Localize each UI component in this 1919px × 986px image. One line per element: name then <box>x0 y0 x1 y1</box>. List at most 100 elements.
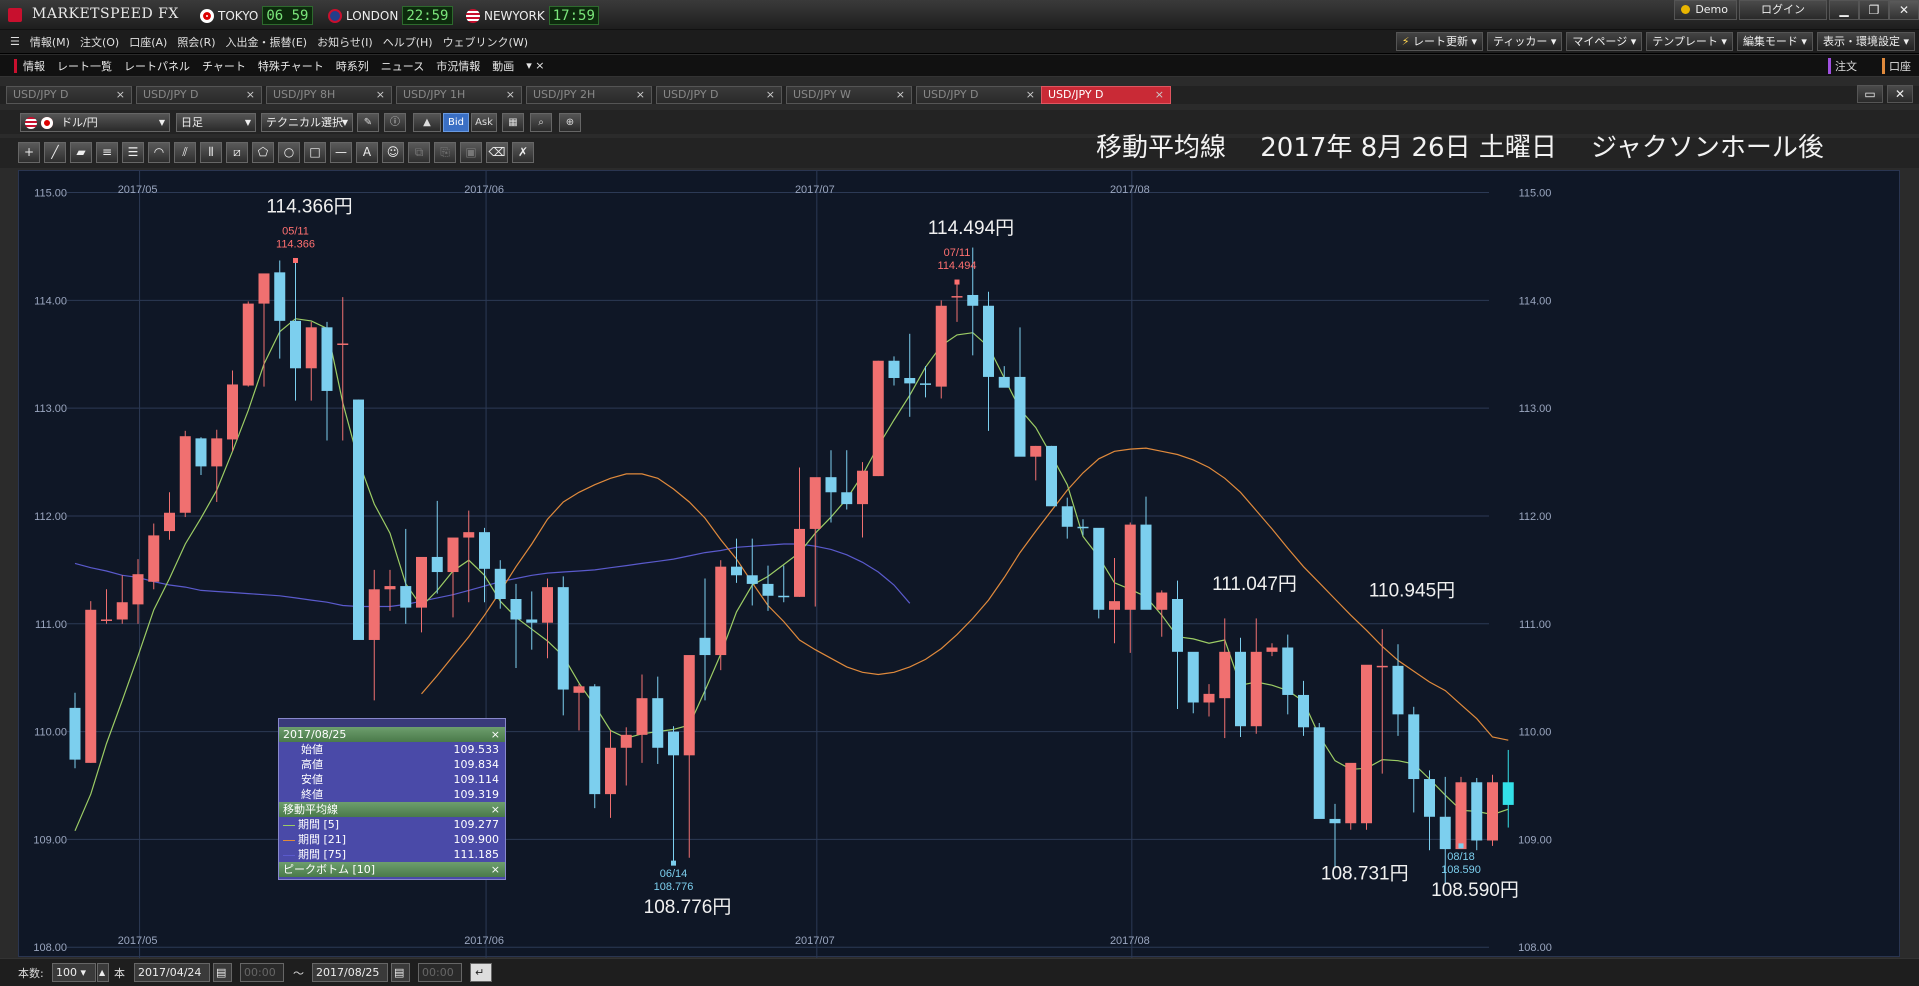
zoom-in-icon[interactable]: ⊕ <box>559 113 581 132</box>
sub-item-video[interactable]: 動画 <box>486 58 520 74</box>
stamp-icon[interactable]: ☺ <box>382 142 404 163</box>
settings-button[interactable]: 表示・環境設定 ▾ <box>1816 32 1915 51</box>
eraser-icon[interactable]: ⌫ <box>486 142 508 163</box>
tab-chart-4[interactable]: USD/JPY 1H × <box>396 86 522 104</box>
layer-icon[interactable]: ▣ <box>460 142 482 163</box>
tab-maximize-icon[interactable]: ▭ <box>1857 85 1883 103</box>
chart-area[interactable]: 115.00 115.00 114.00 114.00 113.00 113.00 112.… <box>18 170 1900 958</box>
fibonacci-icon[interactable]: ☰ <box>122 142 144 163</box>
count-up-icon[interactable]: ▲ <box>97 963 109 982</box>
tab-chart-1[interactable]: USD/JPY D × <box>6 86 132 104</box>
from-date-input[interactable]: 2017/04/24 <box>134 963 210 982</box>
tab-close-icon[interactable]: × <box>376 87 385 103</box>
tab-chart-7[interactable]: USD/JPY W × <box>786 86 912 104</box>
ask-button[interactable]: Ask <box>471 113 497 132</box>
period-select[interactable]: 日足 <box>176 113 256 132</box>
tab-close-icon[interactable]: × <box>766 87 775 103</box>
calendar-icon[interactable]: ▤ <box>213 963 232 982</box>
sub-item-news[interactable]: ニュース <box>375 58 430 74</box>
popup-close-icon[interactable]: × <box>491 727 500 742</box>
tab-chart-3[interactable]: USD/JPY 8H × <box>266 86 392 104</box>
template-button[interactable]: テンプレート ▾ <box>1646 32 1733 51</box>
crosshair-icon[interactable]: + <box>18 142 40 163</box>
menu-item-notice[interactable]: お知らせ(I) <box>312 34 378 50</box>
tab-close-icon[interactable]: × <box>636 87 645 103</box>
minimize-icon[interactable]: ▁ <box>1829 0 1859 20</box>
pentagon-icon[interactable]: ⬠ <box>252 142 274 163</box>
paste-icon[interactable]: ⎘ <box>434 142 456 163</box>
account-shortcut[interactable]: 口座 <box>1882 58 1911 74</box>
circle-icon[interactable]: ○ <box>278 142 300 163</box>
sub-item-rate-panel[interactable]: レートパネル <box>118 58 196 74</box>
technical-select[interactable]: テクニカル選択 <box>261 113 353 132</box>
maximize-icon[interactable]: ❐ <box>1859 0 1889 20</box>
calendar-icon[interactable]: ▤ <box>391 963 410 982</box>
ruler-icon[interactable]: ▰ <box>70 142 92 163</box>
tab-chart-active[interactable]: USD/JPY D × <box>1041 86 1171 104</box>
vertical-lines-icon[interactable]: ⦀ <box>200 142 222 163</box>
sub-item-chart[interactable]: チャート <box>196 58 252 74</box>
tab-close-icon[interactable]: × <box>506 87 515 103</box>
rate-update-button[interactable]: ⚡ レート更新 ▾ <box>1395 32 1484 51</box>
tab-chart-8[interactable]: USD/JPY D × <box>916 86 1042 104</box>
edit-mode-button[interactable]: 編集モード ▾ <box>1736 32 1813 51</box>
close-icon[interactable]: ✕ <box>1889 0 1919 20</box>
channel-icon[interactable]: ⧄ <box>226 142 248 163</box>
tab-close-icon[interactable]: × <box>246 87 255 103</box>
demo-button[interactable]: Demo <box>1674 0 1737 20</box>
menu-item-account[interactable]: 口座(A) <box>124 34 172 50</box>
bid-button[interactable]: Bid <box>443 113 469 132</box>
popup-grip[interactable] <box>279 719 505 727</box>
mountain-chart-icon[interactable]: ▲ <box>413 113 441 132</box>
chart-grid-icon[interactable]: ▦ <box>502 113 524 132</box>
tab-chart-6[interactable]: USD/JPY D × <box>656 86 782 104</box>
menu-item-help[interactable]: ヘルプ(H) <box>378 34 438 50</box>
login-button[interactable]: ログイン <box>1739 0 1827 20</box>
tab-chart-2[interactable]: USD/JPY D × <box>136 86 262 104</box>
data-window[interactable]: 2017/08/25 × 始値 109.533 高値 109.834 安値 109.11… <box>278 718 506 880</box>
menu-item-inquiry[interactable]: 照会(R) <box>172 34 220 50</box>
copy-icon[interactable]: ⧉ <box>408 142 430 163</box>
tab-close-all-icon[interactable]: ✕ <box>1887 85 1913 103</box>
refresh-icon[interactable]: ↵ <box>470 963 492 982</box>
to-time-input[interactable]: 00:00 <box>418 963 462 982</box>
candle-body <box>636 698 648 735</box>
zoom-icon[interactable]: ⌕ <box>530 113 552 132</box>
menu-item-deposit[interactable]: 入出金・振替(E) <box>221 34 313 50</box>
trendline-icon[interactable]: ╱ <box>44 142 66 163</box>
sub-item-market[interactable]: 市況情報 <box>430 58 486 74</box>
horizontal-line-icon[interactable]: — <box>330 142 352 163</box>
tab-close-icon[interactable]: × <box>896 87 905 103</box>
erase-all-icon[interactable]: ✗ <box>512 142 534 163</box>
pen-icon[interactable]: ✎ <box>357 113 379 132</box>
popup-close-icon[interactable]: × <box>491 802 500 817</box>
menu-item-order[interactable]: 注文(O) <box>75 34 124 50</box>
count-select[interactable]: 100 ▾ <box>52 963 96 982</box>
menu-item-info[interactable]: 情報(M) <box>25 34 75 50</box>
order-shortcut[interactable]: 注文 <box>1828 58 1857 74</box>
popup-close-icon[interactable]: × <box>491 862 500 877</box>
ticker-button[interactable]: ティッカー ▾ <box>1487 32 1563 51</box>
tab-close-icon[interactable]: × <box>1026 87 1035 103</box>
pair-select[interactable]: ドル/円 <box>20 113 170 132</box>
mypage-button[interactable]: マイページ ▾ <box>1566 32 1643 51</box>
tab-close-icon[interactable]: × <box>116 87 125 103</box>
sub-item-special-chart[interactable]: 特殊チャート <box>252 58 330 74</box>
from-time-input[interactable]: 00:00 <box>240 963 284 982</box>
tab-close-icon[interactable]: × <box>1155 87 1164 103</box>
info-icon[interactable]: ⓘ <box>384 113 406 132</box>
parallel-lines-icon[interactable]: ≡ <box>96 142 118 163</box>
fan-icon[interactable]: ⫽ <box>174 142 196 163</box>
menu-list-icon[interactable]: ☰ <box>0 35 25 48</box>
candle-body <box>872 360 884 477</box>
arc-icon[interactable]: ◠ <box>148 142 170 163</box>
sub-bar-more-icon[interactable]: ▾ × <box>520 59 550 72</box>
text-icon[interactable]: A <box>356 142 378 163</box>
sub-item-timeseries[interactable]: 時系列 <box>330 58 375 74</box>
to-date-input[interactable]: 2017/08/25 <box>312 963 388 982</box>
sub-item-rate-list[interactable]: レート一覧 <box>51 58 118 74</box>
rectangle-icon[interactable]: □ <box>304 142 326 163</box>
menu-item-weblink[interactable]: ウェブリンク(W) <box>438 34 533 50</box>
tab-chart-5[interactable]: USD/JPY 2H × <box>526 86 652 104</box>
sub-item-info[interactable]: 情報 <box>17 58 51 74</box>
